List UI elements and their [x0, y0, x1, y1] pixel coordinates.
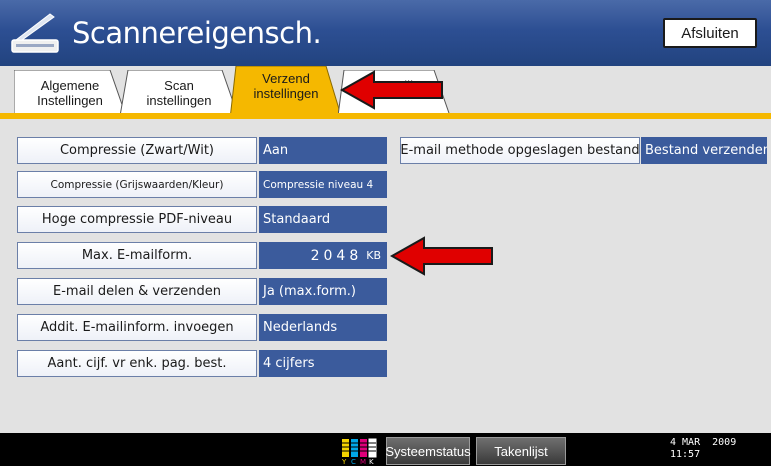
setting-digits-button[interactable]: Aant. cijf. vr enk. pag. best. — [17, 350, 257, 377]
setting-row-email-split: E-mail delen & verzenden Ja (max.form.) — [17, 278, 387, 305]
setting-digits-value: 4 cijfers — [259, 350, 387, 377]
date-text: 4 MAR 2009 — [670, 437, 737, 448]
setting-compression-bw-value: Aan — [259, 137, 387, 164]
tab-general-settings[interactable]: Algemene Instellingen — [14, 70, 126, 116]
setting-row-max-email-size: Max. E-mailform. 2048 KB — [17, 242, 387, 269]
setting-row-email-method: E-mail methode opgeslagen bestand Bestan… — [400, 137, 767, 164]
setting-max-email-size-button[interactable]: Max. E-mailform. — [17, 242, 257, 269]
time-text: 11:57 — [670, 449, 701, 460]
max-email-size-unit: KB — [366, 249, 381, 262]
setting-email-info-button[interactable]: Addit. E-mailinform. invoegen — [17, 314, 257, 341]
toner-level-icon[interactable]: Y C M K — [340, 437, 380, 465]
page-title: Scannereigensch. — [72, 16, 322, 50]
setting-compression-gray-value: Compressie niveau 4 — [259, 171, 387, 198]
tab-scan-line1: Scan — [164, 78, 194, 93]
tab-general-line2: Instellingen — [37, 93, 103, 108]
setting-row-email-info: Addit. E-mailinform. invoegen Nederlands — [17, 314, 387, 341]
svg-text:K: K — [369, 458, 374, 465]
setting-email-split-value: Ja (max.form.) — [259, 278, 387, 305]
tab-send-line2: instellingen — [253, 86, 319, 101]
date-time-display: 4 MAR 2009 11:57 — [670, 437, 736, 461]
setting-compression-bw-button[interactable]: Compressie (Zwart/Wit) — [17, 137, 257, 164]
setting-row-compression-gray: Compressie (Grijswaarden/Kleur) Compress… — [17, 171, 387, 198]
setting-pdf-level-button[interactable]: Hoge compressie PDF-niveau — [17, 206, 257, 233]
setting-row-pdf-level: Hoge compressie PDF-niveau Standaard — [17, 206, 387, 233]
svg-text:C: C — [351, 458, 356, 465]
setting-email-method-value: Bestand verzenden — [641, 137, 767, 164]
setting-max-email-size-value: 2048 KB — [259, 242, 387, 269]
tab-scan-line2: instellingen — [146, 93, 212, 108]
settings-panel: Compressie (Zwart/Wit) Aan Compressie (G… — [0, 119, 771, 433]
tab-send-line1: Verzend — [262, 71, 310, 86]
setting-email-method-button[interactable]: E-mail methode opgeslagen bestand — [400, 137, 640, 164]
system-status-button[interactable]: Systeemstatus — [385, 437, 471, 465]
setting-compression-gray-button[interactable]: Compressie (Grijswaarden/Kleur) — [17, 171, 257, 198]
red-arrow-icon — [339, 70, 443, 110]
job-list-button[interactable]: Takenlijst — [476, 437, 566, 465]
setting-email-info-value: Nederlands — [259, 314, 387, 341]
max-email-size-number: 2048 — [310, 247, 363, 264]
scanner-icon — [11, 13, 59, 53]
red-arrow-icon — [389, 236, 493, 276]
setting-row-digits: Aant. cijf. vr enk. pag. best. 4 cijfers — [17, 350, 387, 377]
tab-general-line1: Algemene — [40, 78, 100, 93]
svg-text:Y: Y — [341, 458, 347, 465]
close-button[interactable]: Afsluiten — [663, 18, 757, 48]
tab-scan-settings[interactable]: Scan instellingen — [120, 70, 238, 116]
svg-text:M: M — [360, 458, 366, 465]
setting-pdf-level-value: Standaard — [259, 206, 387, 233]
setting-email-split-button[interactable]: E-mail delen & verzenden — [17, 278, 257, 305]
setting-row-compression-bw: Compressie (Zwart/Wit) Aan — [17, 137, 387, 164]
title-bar: Scannereigensch. Afsluiten — [0, 0, 771, 66]
tab-send-settings[interactable]: Verzend instellingen — [230, 66, 342, 119]
